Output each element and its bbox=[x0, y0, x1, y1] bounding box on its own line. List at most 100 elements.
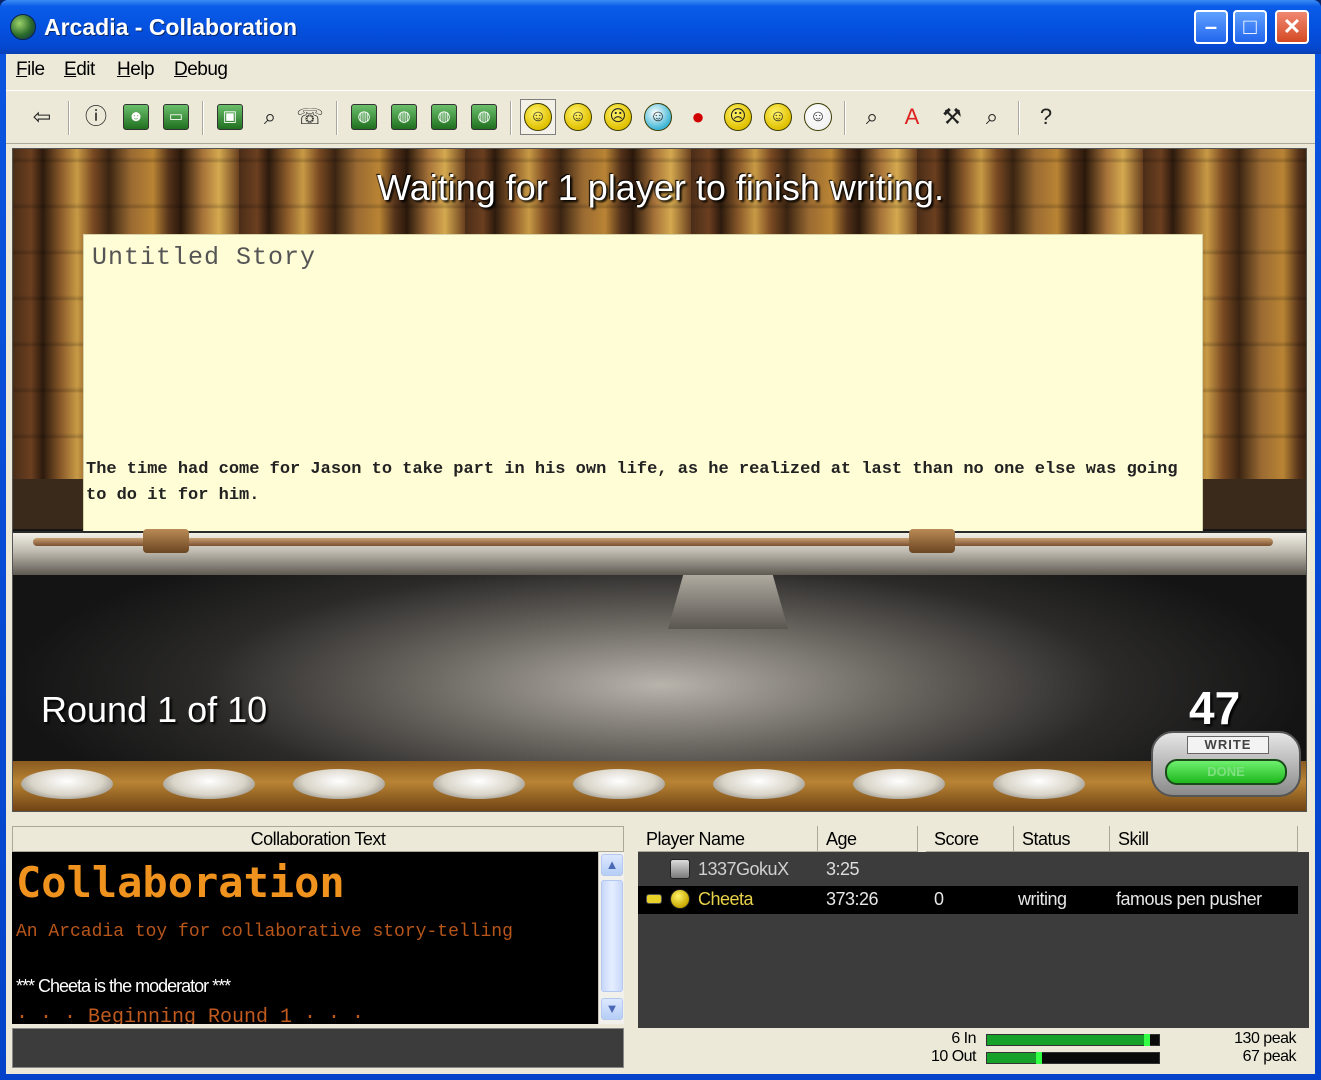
screen-tool-button[interactable]: ▣ bbox=[212, 99, 248, 135]
column-player-name[interactable]: Player Name bbox=[638, 826, 818, 852]
player-status: writing bbox=[1018, 889, 1067, 909]
blank-face-icon: ☺ bbox=[804, 103, 832, 131]
typewriter-key bbox=[21, 769, 113, 799]
close-button[interactable]: ✕ bbox=[1275, 10, 1309, 44]
in-meter-fill bbox=[987, 1035, 1144, 1045]
done-button[interactable]: DONE bbox=[1165, 759, 1287, 785]
chat-icon: ▭ bbox=[163, 104, 189, 130]
typewriter-key bbox=[433, 769, 525, 799]
round-indicator: Round 1 of 10 bbox=[41, 689, 268, 730]
neutral-face-tool-button[interactable]: ☺ bbox=[560, 99, 596, 135]
help-tool-button[interactable]: ? bbox=[1028, 99, 1064, 135]
find-icon: ⌕ bbox=[985, 104, 999, 129]
minimize-icon: – bbox=[1204, 14, 1218, 39]
search-players-icon: ⌕ bbox=[263, 104, 277, 129]
screen-icon: ▣ bbox=[217, 104, 243, 130]
typewriter-key bbox=[993, 769, 1085, 799]
red-dot-icon: ● bbox=[691, 104, 705, 129]
toolbar-separator bbox=[202, 101, 204, 135]
menu-edit[interactable]: Edit bbox=[64, 59, 95, 81]
smile-face-tool-button[interactable]: ☺ bbox=[520, 99, 556, 135]
column-score[interactable]: Score bbox=[926, 826, 1014, 852]
moderator-crown-icon bbox=[646, 894, 662, 904]
scroll-down-icon[interactable]: ▼ bbox=[601, 998, 623, 1020]
paper-bail-bar bbox=[33, 538, 1273, 546]
player-row[interactable]: Cheeta 373:26 0 writing famous pen pusher bbox=[638, 886, 1298, 914]
app-window: Arcadia - Collaboration – □ ✕ File Edit … bbox=[0, 0, 1321, 1080]
client-area: File Edit Help Debug ⇦ ⓘ ☻ ▭ ▣ ⌕ ☏ ◍ ◍ ◍ ◍ ☺ ☺ ☹ ☺ ● ☹ ☺ ☺… bbox=[6, 54, 1315, 1074]
out-meter-mark bbox=[1036, 1052, 1042, 1064]
column-age[interactable]: Age bbox=[818, 826, 918, 852]
out-meter bbox=[986, 1052, 1160, 1064]
chat-round-line: · · · Beginning Round 1 · · · bbox=[16, 1006, 365, 1024]
chat-log[interactable]: Collaboration An Arcadia toy for collabo… bbox=[12, 852, 598, 1024]
tools-tool-button[interactable]: ⚒ bbox=[934, 99, 970, 135]
globe-chat-tool-button[interactable]: ◍ bbox=[386, 99, 422, 135]
maximize-button[interactable]: □ bbox=[1233, 10, 1267, 44]
out-label: 10 Out bbox=[930, 1048, 977, 1065]
exit-icon: ⇦ bbox=[32, 104, 52, 129]
players-header: Player Name Age Score Status Skill bbox=[638, 826, 1309, 852]
menu-help[interactable]: Help bbox=[117, 59, 155, 81]
window-title: Arcadia - Collaboration bbox=[44, 14, 298, 40]
wink-face-tool-button[interactable]: ☺ bbox=[760, 99, 796, 135]
robot-icon bbox=[670, 859, 690, 879]
font-tool-button[interactable]: A bbox=[894, 99, 930, 135]
angry-face-tool-button[interactable]: ☹ bbox=[720, 99, 756, 135]
title-bar[interactable]: Arcadia - Collaboration – □ ✕ bbox=[0, 0, 1321, 54]
globe-tool-button[interactable]: ◍ bbox=[346, 99, 382, 135]
player-row[interactable]: 1337GokuX 3:25 bbox=[638, 856, 1298, 884]
chat-scrollbar[interactable]: ▲ ▼ bbox=[598, 852, 624, 1024]
find-tool-button[interactable]: ⌕ bbox=[974, 99, 1010, 135]
scroll-up-icon[interactable]: ▲ bbox=[601, 854, 623, 876]
search-user-tool-button[interactable]: ⌕ bbox=[854, 99, 890, 135]
player-score: 0 bbox=[934, 889, 944, 909]
typewriter-stage: Waiting for 1 player to finish writing. … bbox=[12, 148, 1307, 812]
menu-bar: File Edit Help Debug bbox=[6, 54, 1315, 86]
chat-game-subtitle: An Arcadia toy for collaborative story-t… bbox=[16, 922, 513, 942]
sad-face-tool-button[interactable]: ☹ bbox=[600, 99, 636, 135]
speech-tool-button[interactable]: ☏ bbox=[292, 99, 328, 135]
angry-face-icon: ☹ bbox=[724, 103, 752, 131]
menu-debug[interactable]: Debug bbox=[174, 59, 228, 81]
players-icon: ☻ bbox=[123, 104, 149, 130]
wink-face-icon: ☺ bbox=[764, 103, 792, 131]
menu-file[interactable]: File bbox=[16, 59, 45, 81]
in-meter-mark bbox=[1144, 1034, 1150, 1046]
waiting-message: Waiting for 1 player to finish writing. bbox=[377, 167, 944, 208]
scroll-thumb[interactable] bbox=[601, 880, 623, 992]
exit-tool-button[interactable]: ⇦ bbox=[24, 99, 60, 135]
typewriter-key bbox=[573, 769, 665, 799]
column-status[interactable]: Status bbox=[1014, 826, 1110, 852]
info-tool-button[interactable]: ⓘ bbox=[78, 99, 114, 135]
toolbar-separator bbox=[68, 101, 70, 135]
globe-group-tool-button[interactable]: ◍ bbox=[466, 99, 502, 135]
blank-face-tool-button[interactable]: ☺ bbox=[800, 99, 836, 135]
sad-face-icon: ☹ bbox=[604, 103, 632, 131]
maximize-icon: □ bbox=[1243, 14, 1257, 39]
cold-face-tool-button[interactable]: ☺ bbox=[640, 99, 676, 135]
search-players-tool-button[interactable]: ⌕ bbox=[252, 99, 288, 135]
smiley-icon bbox=[670, 889, 690, 909]
tools-icon: ⚒ bbox=[942, 104, 962, 129]
cold-face-icon: ☺ bbox=[644, 103, 672, 131]
help-icon: ? bbox=[1039, 104, 1053, 129]
chat-tool-button[interactable]: ▭ bbox=[158, 99, 194, 135]
in-peak: 130 peak bbox=[1234, 1030, 1296, 1047]
close-icon: ✕ bbox=[1282, 14, 1302, 39]
chat-input[interactable] bbox=[12, 1028, 624, 1068]
globe-group-icon: ◍ bbox=[471, 104, 497, 130]
players-tool-button[interactable]: ☻ bbox=[118, 99, 154, 135]
typewriter-key bbox=[853, 769, 945, 799]
chat-panel: Collaboration Text Collaboration An Arca… bbox=[12, 826, 624, 1070]
neutral-face-icon: ☺ bbox=[564, 103, 592, 131]
globe-chat-icon: ◍ bbox=[391, 104, 417, 130]
minimize-button[interactable]: – bbox=[1194, 10, 1228, 44]
paper-guide bbox=[909, 529, 955, 553]
write-control: WRITE DONE bbox=[1151, 731, 1301, 797]
red-dot-tool-button[interactable]: ● bbox=[680, 99, 716, 135]
toolbar-separator bbox=[844, 101, 846, 135]
column-skill[interactable]: Skill bbox=[1110, 826, 1298, 852]
in-meter bbox=[986, 1034, 1160, 1046]
globe-user-tool-button[interactable]: ◍ bbox=[426, 99, 462, 135]
